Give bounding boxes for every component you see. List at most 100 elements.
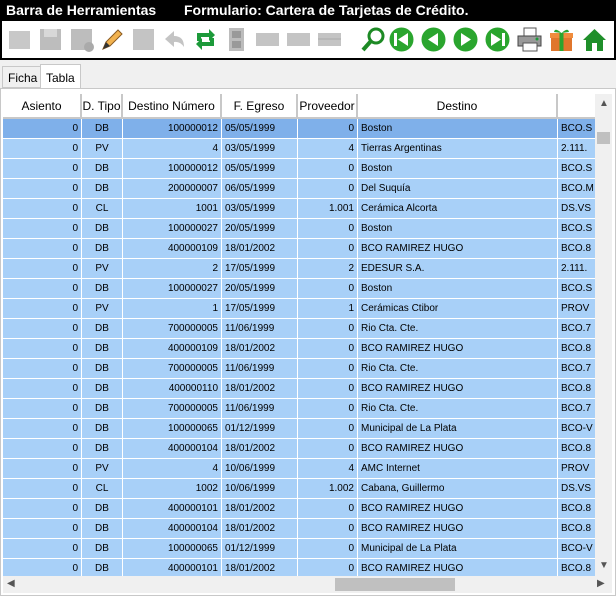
cell-asiento[interactable]: 0 [3, 499, 82, 519]
header-destino-numero[interactable]: Destino Número [123, 94, 222, 119]
cell-destino-numero[interactable]: 700000005 [123, 399, 222, 419]
cell-proveedor[interactable]: 0 [298, 559, 358, 576]
cell-destino[interactable]: Boston [358, 279, 558, 299]
cell-cuenta[interactable]: BCO.S [558, 219, 595, 239]
table-row[interactable]: 0 DB 100000012 05/05/1999 0 Boston BCO.S [3, 119, 595, 139]
cell-d-tipo[interactable]: DB [82, 439, 123, 459]
cell-destino[interactable]: BCO RAMIREZ HUGO [358, 339, 558, 359]
cell-cuenta[interactable]: BCO.8 [558, 439, 595, 459]
cell-destino-numero[interactable]: 400000101 [123, 559, 222, 576]
search-magnifier-icon[interactable] [358, 24, 389, 55]
last-record-icon[interactable] [482, 24, 513, 55]
cell-asiento[interactable]: 0 [3, 519, 82, 539]
cell-destino[interactable]: BCO RAMIREZ HUGO [358, 379, 558, 399]
cell-asiento[interactable]: 0 [3, 479, 82, 499]
cell-asiento[interactable]: 0 [3, 379, 82, 399]
cell-cuenta[interactable]: DS.VS [558, 199, 595, 219]
cell-cuenta[interactable]: BCO.7 [558, 319, 595, 339]
table-row[interactable]: 0 CL 1001 03/05/1999 1.001 Cerámica Alcorta DS… [3, 199, 595, 219]
horizontal-scrollbar[interactable]: ◀ ▶ [3, 576, 612, 593]
cell-asiento[interactable]: 0 [3, 239, 82, 259]
table-row[interactable]: 0 DB 400000104 18/01/2002 0 BCO RAMIREZ HUGO B… [3, 519, 595, 539]
cell-f-egreso[interactable]: 05/05/1999 [222, 159, 298, 179]
cell-destino[interactable]: Cerámica Alcorta [358, 199, 558, 219]
cell-cuenta[interactable]: 2.111. [558, 259, 595, 279]
cell-d-tipo[interactable]: DB [82, 179, 123, 199]
table-row[interactable]: 0 DB 200000007 06/05/1999 0 Del Suquía BCO.M [3, 179, 595, 199]
cell-proveedor[interactable]: 0 [298, 339, 358, 359]
cell-cuenta[interactable]: BCO.8 [558, 239, 595, 259]
refresh-green-icon[interactable] [190, 24, 221, 55]
cell-destino-numero[interactable]: 100000065 [123, 419, 222, 439]
cell-d-tipo[interactable]: DB [82, 379, 123, 399]
table-row[interactable]: 0 DB 100000065 01/12/1999 0 Municipal de La P… [3, 539, 595, 559]
cell-d-tipo[interactable]: PV [82, 299, 123, 319]
cell-proveedor[interactable]: 1.002 [298, 479, 358, 499]
table-row[interactable]: 0 PV 2 17/05/1999 2 EDESUR S.A. 2.111. [3, 259, 595, 279]
cell-d-tipo[interactable]: DB [82, 499, 123, 519]
cell-proveedor[interactable]: 4 [298, 459, 358, 479]
cell-d-tipo[interactable]: PV [82, 259, 123, 279]
cell-destino[interactable]: Boston [358, 159, 558, 179]
cell-d-tipo[interactable]: CL [82, 199, 123, 219]
cell-destino-numero[interactable]: 1002 [123, 479, 222, 499]
cell-asiento[interactable]: 0 [3, 539, 82, 559]
next-record-icon[interactable] [450, 24, 481, 55]
cell-d-tipo[interactable]: DB [82, 539, 123, 559]
cell-proveedor[interactable]: 0 [298, 419, 358, 439]
cell-destino-numero[interactable]: 700000005 [123, 359, 222, 379]
scroll-up-icon[interactable]: ▲ [599, 98, 609, 109]
horizontal-scroll-thumb[interactable] [335, 578, 455, 591]
cell-f-egreso[interactable]: 10/06/1999 [222, 459, 298, 479]
cell-f-egreso[interactable]: 18/01/2002 [222, 519, 298, 539]
cell-d-tipo[interactable]: PV [82, 139, 123, 159]
cell-asiento[interactable]: 0 [3, 439, 82, 459]
cell-asiento[interactable]: 0 [3, 419, 82, 439]
table-row[interactable]: 0 DB 100000027 20/05/1999 0 Boston BCO.S [3, 219, 595, 239]
cell-f-egreso[interactable]: 03/05/1999 [222, 139, 298, 159]
cell-proveedor[interactable]: 2 [298, 259, 358, 279]
cell-asiento[interactable]: 0 [3, 359, 82, 379]
cell-asiento[interactable]: 0 [3, 139, 82, 159]
cell-asiento[interactable]: 0 [3, 259, 82, 279]
cell-asiento[interactable]: 0 [3, 199, 82, 219]
cell-asiento[interactable]: 0 [3, 399, 82, 419]
cell-d-tipo[interactable]: DB [82, 239, 123, 259]
previous-record-icon[interactable] [418, 24, 449, 55]
cell-d-tipo[interactable]: DB [82, 419, 123, 439]
cell-cuenta[interactable]: BCO.S [558, 119, 595, 139]
save-icon[interactable] [35, 24, 66, 55]
cell-d-tipo[interactable]: DB [82, 399, 123, 419]
cell-destino[interactable]: Cabana, Guillermo [358, 479, 558, 499]
cell-destino[interactable]: EDESUR S.A. [358, 259, 558, 279]
cell-destino-numero[interactable]: 100000027 [123, 219, 222, 239]
table-row[interactable]: 0 PV 4 03/05/1999 4 Tierras Argentinas 2.111. [3, 139, 595, 159]
cell-destino-numero[interactable]: 400000110 [123, 379, 222, 399]
cell-proveedor[interactable]: 0 [298, 159, 358, 179]
cell-cuenta[interactable]: BCO.7 [558, 399, 595, 419]
cell-f-egreso[interactable]: 18/01/2002 [222, 239, 298, 259]
cell-destino[interactable]: Boston [358, 119, 558, 139]
cell-destino[interactable]: Municipal de La Plata [358, 419, 558, 439]
cell-cuenta[interactable]: BCO.S [558, 279, 595, 299]
table-row[interactable]: 0 DB 400000101 18/01/2002 0 BCO RAMIREZ HUGO B… [3, 559, 595, 576]
cell-cuenta[interactable]: BCO.7 [558, 359, 595, 379]
cell-destino[interactable]: Boston [358, 219, 558, 239]
tab-ficha[interactable]: Ficha [2, 66, 44, 88]
scroll-left-icon[interactable]: ◀ [7, 578, 15, 589]
data-grid[interactable]: Asiento D. Tipo Destino Número F. Egreso Pro… [3, 94, 595, 576]
cell-d-tipo[interactable]: DB [82, 159, 123, 179]
cell-asiento[interactable]: 0 [3, 339, 82, 359]
cell-proveedor[interactable]: 1.001 [298, 199, 358, 219]
header-asiento[interactable]: Asiento [3, 94, 82, 119]
cell-asiento[interactable]: 0 [3, 179, 82, 199]
cell-destino-numero[interactable]: 1 [123, 299, 222, 319]
header-cuenta[interactable] [558, 94, 595, 119]
table-row[interactable]: 0 DB 400000104 18/01/2002 0 BCO RAMIREZ HUGO B… [3, 439, 595, 459]
cell-f-egreso[interactable]: 11/06/1999 [222, 399, 298, 419]
cell-proveedor[interactable]: 0 [298, 439, 358, 459]
cell-d-tipo[interactable]: DB [82, 319, 123, 339]
cell-proveedor[interactable]: 0 [298, 519, 358, 539]
home-icon[interactable] [579, 24, 610, 55]
cell-f-egreso[interactable]: 20/05/1999 [222, 279, 298, 299]
